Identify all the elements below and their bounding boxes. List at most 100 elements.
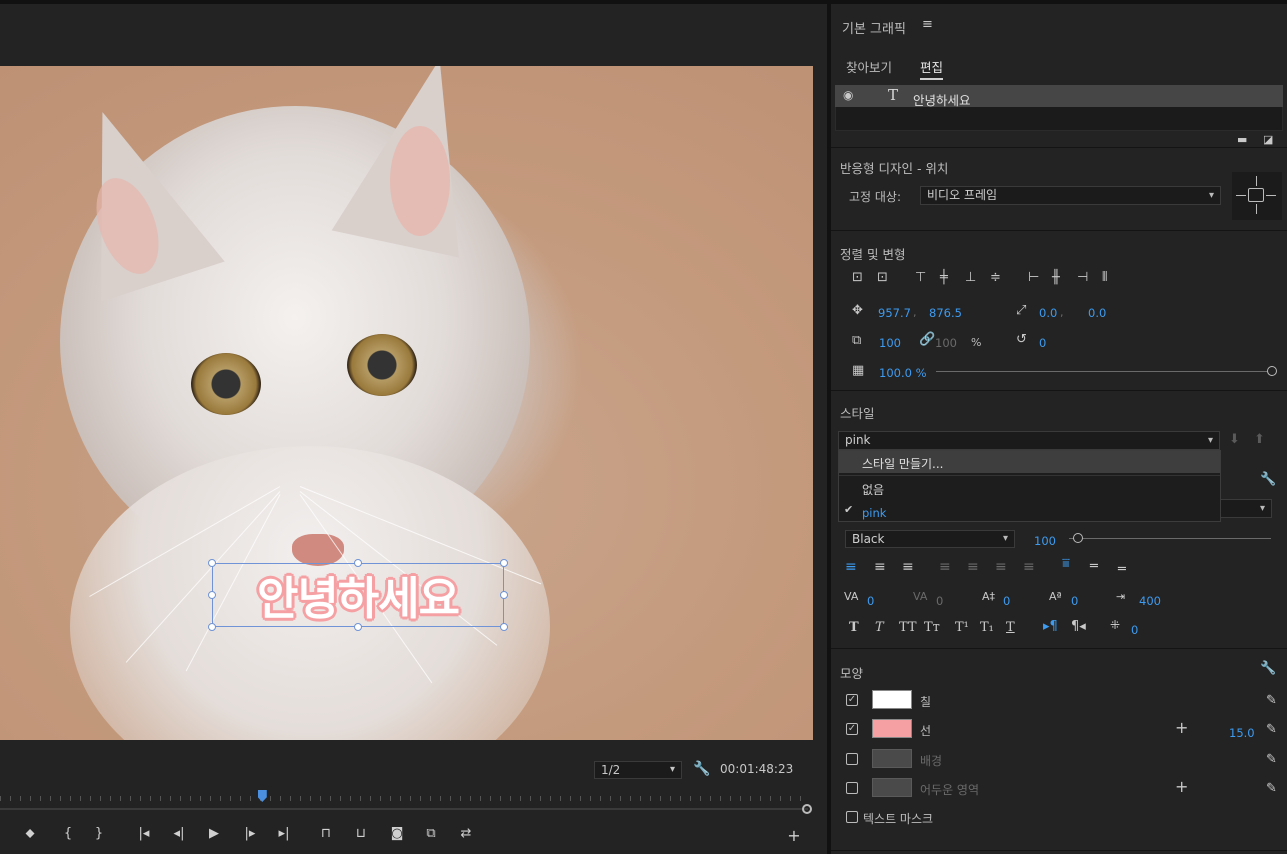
zoom-handle[interactable] <box>802 804 812 814</box>
align-text-left-icon[interactable]: ≡ <box>845 559 857 575</box>
eyedropper-icon[interactable]: ✎ <box>1266 722 1277 737</box>
comparison-view-button[interactable]: ⧉ <box>421 826 441 841</box>
faux-bold-icon[interactable]: T <box>849 620 859 635</box>
align-center-text-icon[interactable]: ═ <box>1090 559 1098 574</box>
play-button[interactable]: ▶ <box>204 826 224 841</box>
shadow-checkbox[interactable] <box>846 782 858 794</box>
push-to-style-icon[interactable]: ⬇ <box>1229 432 1240 447</box>
resize-handle-br[interactable] <box>500 623 508 631</box>
wrench-icon[interactable]: 🔧 <box>693 761 710 777</box>
eyedropper-icon[interactable]: ✎ <box>1266 693 1277 708</box>
tab-width-value[interactable]: 400 <box>1139 594 1161 608</box>
link-scale-icon[interactable]: 🔗 <box>919 332 935 347</box>
resize-handle-tm[interactable] <box>354 559 362 567</box>
opacity-slider-track[interactable] <box>936 371 1271 372</box>
go-to-in-button[interactable]: |◂ <box>134 826 154 841</box>
leading-value[interactable]: 0 <box>1003 594 1010 608</box>
add-stroke-icon[interactable]: + <box>1175 718 1188 737</box>
resize-handle-bl[interactable] <box>208 623 216 631</box>
style-menu-item-none[interactable]: 없음 <box>839 477 1220 499</box>
pin-top-icon[interactable] <box>1256 176 1257 186</box>
justify-last-right-icon[interactable]: ≡ <box>995 559 1007 575</box>
fill-checkbox[interactable]: ✓ <box>846 694 858 706</box>
eyedropper-icon[interactable]: ✎ <box>1266 781 1277 796</box>
tab-edit[interactable]: 편집 <box>920 57 944 80</box>
subscript-icon[interactable]: T₁ <box>980 620 994 635</box>
font-size-slider-track[interactable] <box>1069 538 1271 539</box>
justify-last-center-icon[interactable]: ≡ <box>967 559 979 575</box>
opacity-slider-knob[interactable] <box>1267 366 1277 376</box>
small-caps-icon[interactable]: Tт <box>924 620 940 635</box>
mark-in-button[interactable]: { <box>58 826 78 841</box>
style-menu-item-create[interactable]: 스타일 만들기... <box>839 451 1220 473</box>
stroke-swatch[interactable] <box>872 719 912 738</box>
export-frame-button[interactable]: ◙ <box>387 826 407 841</box>
superscript-icon[interactable]: T¹ <box>955 620 969 635</box>
pin-edges-widget[interactable] <box>1232 172 1282 220</box>
text-mask-checkbox[interactable] <box>846 811 858 823</box>
step-back-button[interactable]: ◂| <box>169 826 189 841</box>
resize-handle-ml[interactable] <box>208 591 216 599</box>
tsume-value[interactable]: 0 <box>1131 623 1138 637</box>
align-bottom-icon[interactable]: ⊥ <box>965 270 976 285</box>
position-x[interactable]: 957.7 <box>878 306 911 320</box>
style-menu-item-pink[interactable]: ✔ pink <box>839 501 1220 521</box>
align-text-right-icon[interactable]: ≡ <box>902 559 914 575</box>
resize-handle-bm[interactable] <box>354 623 362 631</box>
underline-icon[interactable]: T <box>1006 620 1015 635</box>
align-left-icon[interactable]: ⊢ <box>1028 270 1039 285</box>
style-select[interactable]: pink ▾ <box>838 431 1220 450</box>
font-size-value[interactable]: 100 <box>1034 534 1056 548</box>
sync-from-style-icon[interactable]: ⬆ <box>1254 432 1265 447</box>
kerning-value[interactable]: 0 <box>867 594 874 608</box>
scale-width[interactable]: 100 <box>935 336 957 350</box>
shadow-swatch[interactable] <box>872 778 912 797</box>
anchor-x[interactable]: 0.0 <box>1039 306 1057 320</box>
wrench-icon[interactable]: 🔧 <box>1260 661 1276 676</box>
ltr-direction-icon[interactable]: ▸¶ <box>1043 619 1058 634</box>
add-shadow-icon[interactable]: + <box>1175 777 1188 796</box>
justify-all-icon[interactable]: ≡ <box>1023 559 1035 575</box>
tracking-value[interactable]: 0 <box>936 594 943 608</box>
background-checkbox[interactable] <box>846 753 858 765</box>
align-top-icon[interactable]: ⊤ <box>915 270 926 285</box>
new-group-icon[interactable]: ▬ <box>1237 133 1247 146</box>
extract-button[interactable]: ⊔ <box>351 826 371 841</box>
eye-icon[interactable]: ◉ <box>843 88 853 102</box>
align-middle-icon[interactable]: ╪ <box>940 270 948 285</box>
scale-value[interactable]: 100 <box>879 336 901 350</box>
align-right-icon[interactable]: ⊣ <box>1077 270 1088 285</box>
opacity-value[interactable]: 100.0 % <box>879 366 927 380</box>
pin-bottom-icon[interactable] <box>1256 204 1257 214</box>
align-text-center-icon[interactable]: ≡ <box>874 559 886 575</box>
wrench-icon[interactable]: 🔧 <box>1260 472 1276 487</box>
lift-button[interactable]: ⊓ <box>316 826 336 841</box>
align-center-icon[interactable]: ╫ <box>1052 270 1060 285</box>
fill-swatch[interactable] <box>872 690 912 709</box>
distribute-horizontal-icon[interactable]: ⫴ <box>1102 270 1107 285</box>
align-top-text-icon[interactable]: ⩸ <box>1062 556 1070 571</box>
button-editor-button[interactable]: + <box>784 826 804 845</box>
align-horizontal-center-icon[interactable]: ⊡ <box>877 270 888 285</box>
stroke-width[interactable]: 15.0 <box>1229 726 1255 740</box>
new-layer-icon[interactable]: ◪ <box>1263 133 1273 146</box>
font-size-slider-knob[interactable] <box>1073 533 1083 543</box>
baseline-shift-value[interactable]: 0 <box>1071 594 1078 608</box>
distribute-vertical-icon[interactable]: ≑ <box>990 270 1001 285</box>
scrub-bar[interactable] <box>0 808 808 810</box>
resolution-select[interactable]: 1/2 ▾ <box>594 761 682 779</box>
anchor-y[interactable]: 0.0 <box>1088 306 1106 320</box>
pin-to-select[interactable]: 비디오 프레임 ▾ <box>920 186 1221 205</box>
faux-italic-icon[interactable]: T <box>875 620 884 635</box>
position-y[interactable]: 876.5 <box>929 306 962 320</box>
step-forward-button[interactable]: |▸ <box>240 826 260 841</box>
resize-handle-tl[interactable] <box>208 559 216 567</box>
add-marker-button[interactable]: ⬥ <box>20 826 40 841</box>
layer-name[interactable]: 안녕하세요 <box>913 90 971 109</box>
eyedropper-icon[interactable]: ✎ <box>1266 752 1277 767</box>
font-style-select[interactable]: Black ▾ <box>845 530 1015 548</box>
pin-left-icon[interactable] <box>1236 195 1246 196</box>
all-caps-icon[interactable]: TT <box>899 620 917 635</box>
mark-out-button[interactable]: } <box>89 826 109 841</box>
video-frame[interactable]: 안녕하세요 <box>0 66 813 740</box>
